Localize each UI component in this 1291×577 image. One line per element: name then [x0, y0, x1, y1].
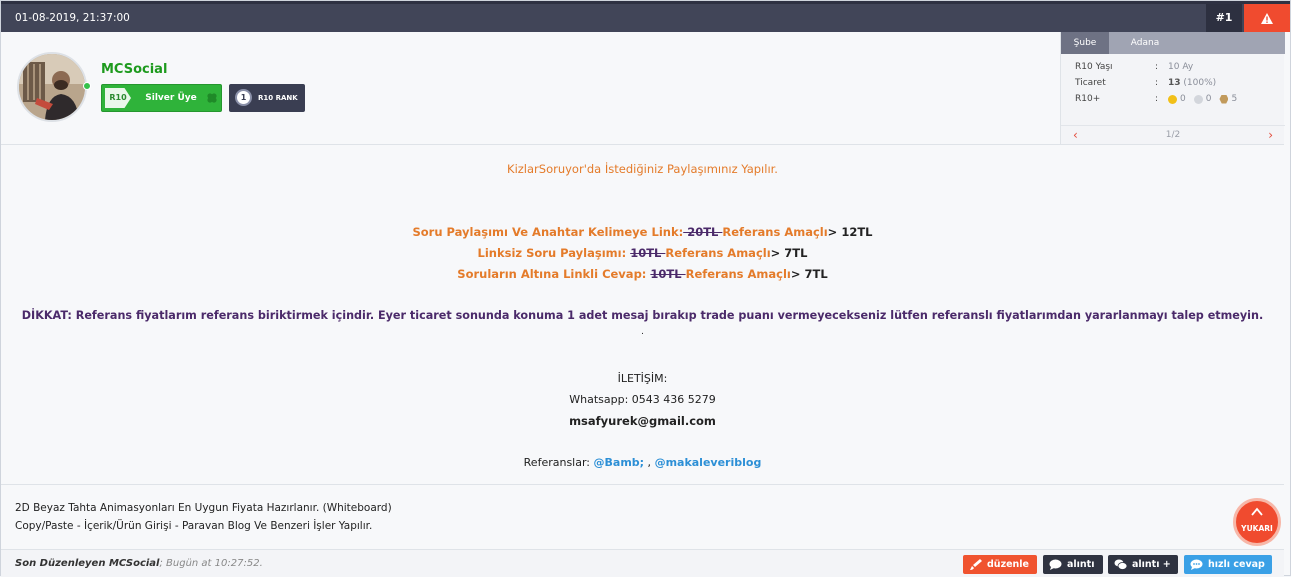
report-button[interactable] [1244, 4, 1290, 32]
arrow-sign: > [770, 246, 781, 260]
rank-label: R10 RANK [258, 94, 298, 102]
offer-title: Soru Paylaşımı Ve Anahtar Kelimeye Link: [412, 225, 684, 239]
new-price: 7TL [800, 267, 828, 281]
arrow-sign: > [790, 267, 801, 281]
reference-label: Referans Amaçlı [685, 267, 791, 281]
clover-icon [207, 93, 217, 103]
references-line: Referanslar: @Bamb; , @makaleveriblog [1, 456, 1284, 469]
reference-label: Referans Amaçlı [722, 225, 828, 239]
edited-by[interactable]: MCSocial [109, 558, 160, 569]
avatar[interactable] [17, 52, 87, 122]
quick-reply-label: hızlı cevap [1208, 559, 1265, 570]
speech-bubble-icon [1049, 559, 1062, 570]
reference-link-makaleveriblog[interactable]: @makaleveriblog [655, 456, 762, 469]
post-footer: Son Düzenleyen MCSocial; Bugün at 10:27:… [1, 549, 1284, 577]
last-edited-info: Son Düzenleyen MCSocial; Bugün at 10:27:… [15, 558, 263, 569]
intro-text: KizlarSoruyor'da İstediğiniz Paylaşımını… [507, 162, 778, 176]
whatsapp-text: Whatsapp: 0543 436 5279 [569, 393, 716, 406]
silver-member-badge: R10 Silver Üye [101, 84, 222, 112]
gold-count: 0 [1180, 94, 1186, 104]
old-price: 10TL [650, 267, 686, 281]
reference-separator: , [644, 456, 655, 469]
gold-coin-icon [1168, 94, 1177, 104]
edit-label: düzenle [987, 559, 1029, 570]
chevron-right-icon[interactable]: › [1268, 128, 1273, 142]
stat-key: Ticaret [1075, 78, 1106, 88]
multi-quote-label: alıntı + [1132, 559, 1171, 570]
offer-line: Linksiz Soru Paylaşımı: 10TL Referans Am… [1, 246, 1284, 260]
tab-adana[interactable]: Adana [1109, 32, 1181, 54]
brush-icon [970, 559, 982, 570]
stat-value: 13 (100%) [1168, 78, 1216, 88]
edit-button[interactable]: düzenle [963, 555, 1037, 574]
stat-separator: : [1155, 62, 1159, 72]
old-price: 20TL [683, 225, 723, 239]
new-price: 7TL [780, 246, 808, 260]
multi-quote-button[interactable]: alıntı + [1108, 555, 1178, 574]
offer-title: Soruların Altına Linkli Cevap: [457, 267, 651, 281]
stat-key: R10 Yaşı [1075, 62, 1113, 72]
email-text: msafyurek@gmail.com [569, 414, 716, 428]
quick-reply-button[interactable]: hızlı cevap [1184, 555, 1272, 574]
arrow-sign: > [827, 225, 838, 239]
bronze-hex-icon [1219, 94, 1229, 104]
r10-badge-label: R10 [105, 88, 131, 108]
quote-label: alıntı [1067, 559, 1095, 570]
signature-line-2: Copy/Paste - İçerik/Ürün Girişi - Parava… [15, 520, 373, 532]
chat-dots-icon [1190, 559, 1203, 570]
trade-percent: (100%) [1183, 78, 1217, 88]
stat-separator: : [1155, 78, 1159, 88]
silver-coin-icon [1193, 94, 1203, 104]
offer-line: Soru Paylaşımı Ve Anahtar Kelimeye Link:… [1, 225, 1284, 239]
rank-number: 1 [235, 89, 252, 106]
contact-title: İLETİŞİM: [617, 372, 668, 385]
stat-key: R10+ [1075, 94, 1101, 104]
tab-sube[interactable]: Şube [1061, 32, 1109, 54]
user-info: MCSocial R10 Silver Üye 1 R10 RANK [1, 32, 1060, 145]
scroll-to-top-button[interactable]: YUKARI [1233, 498, 1281, 546]
chevron-up-icon [1251, 507, 1263, 516]
warning-icon [1261, 12, 1273, 24]
stats-pagination: ‹ 1/2 › [1061, 125, 1285, 145]
stats-page-indicator: 1/2 [1165, 130, 1181, 140]
edited-prefix: Son Düzenleyen [15, 558, 109, 569]
separator-dot: . [641, 327, 644, 337]
speech-bubbles-icon [1114, 559, 1127, 570]
stat-separator: : [1155, 94, 1159, 104]
post-number-link[interactable]: #1 [1206, 4, 1242, 32]
post-header-bar: 01-08-2019, 21:37:00 #1 [1, 1, 1290, 32]
username-link[interactable]: MCSocial [101, 62, 167, 77]
warning-text: DİKKAT: Referans fiyatlarım referans bir… [21, 309, 1264, 322]
stats-tabs: Şube Adana [1061, 32, 1285, 54]
offer-line: Soruların Altına Linkli Cevap: 10TL Refe… [1, 267, 1284, 281]
user-stats-panel: Şube Adana R10 Yaşı : 10 Ay Ticaret : 13… [1060, 32, 1285, 145]
rank-badge: 1 R10 RANK [229, 84, 305, 112]
references-label: Referanslar: [523, 456, 594, 469]
quote-button[interactable]: alıntı [1043, 555, 1103, 574]
old-price: 10TL [630, 246, 666, 260]
new-price: 12TL [837, 225, 873, 239]
post-date: 01-08-2019, 21:37:00 [15, 12, 130, 24]
stat-value: 10 Ay [1168, 62, 1194, 72]
member-level-label: Silver Üye [145, 93, 197, 103]
post-message: KizlarSoruyor'da İstediğiniz Paylaşımını… [1, 145, 1284, 485]
avatar-photo-icon [19, 54, 85, 120]
trade-count[interactable]: 13 [1168, 78, 1181, 88]
edited-time: ; Bugün at 10:27:52. [159, 558, 263, 569]
scroll-to-top-label: YUKARI [1241, 524, 1273, 533]
silver-count: 0 [1205, 94, 1212, 104]
reference-link-bamb[interactable]: @Bamb; [594, 456, 645, 469]
bronze-count: 5 [1231, 94, 1238, 104]
offer-title: Linksiz Soru Paylaşımı: [477, 246, 631, 260]
online-status-dot [83, 82, 91, 90]
stat-value: 0 0 5 [1168, 94, 1237, 104]
reference-label: Referans Amaçlı [665, 246, 771, 260]
user-signature: 2D Beyaz Tahta Animasyonları En Uygun Fi… [1, 486, 1284, 549]
forum-post: 01-08-2019, 21:37:00 #1 MCSocial R10 Sil… [0, 0, 1291, 577]
signature-line-1: 2D Beyaz Tahta Animasyonları En Uygun Fi… [15, 502, 392, 514]
